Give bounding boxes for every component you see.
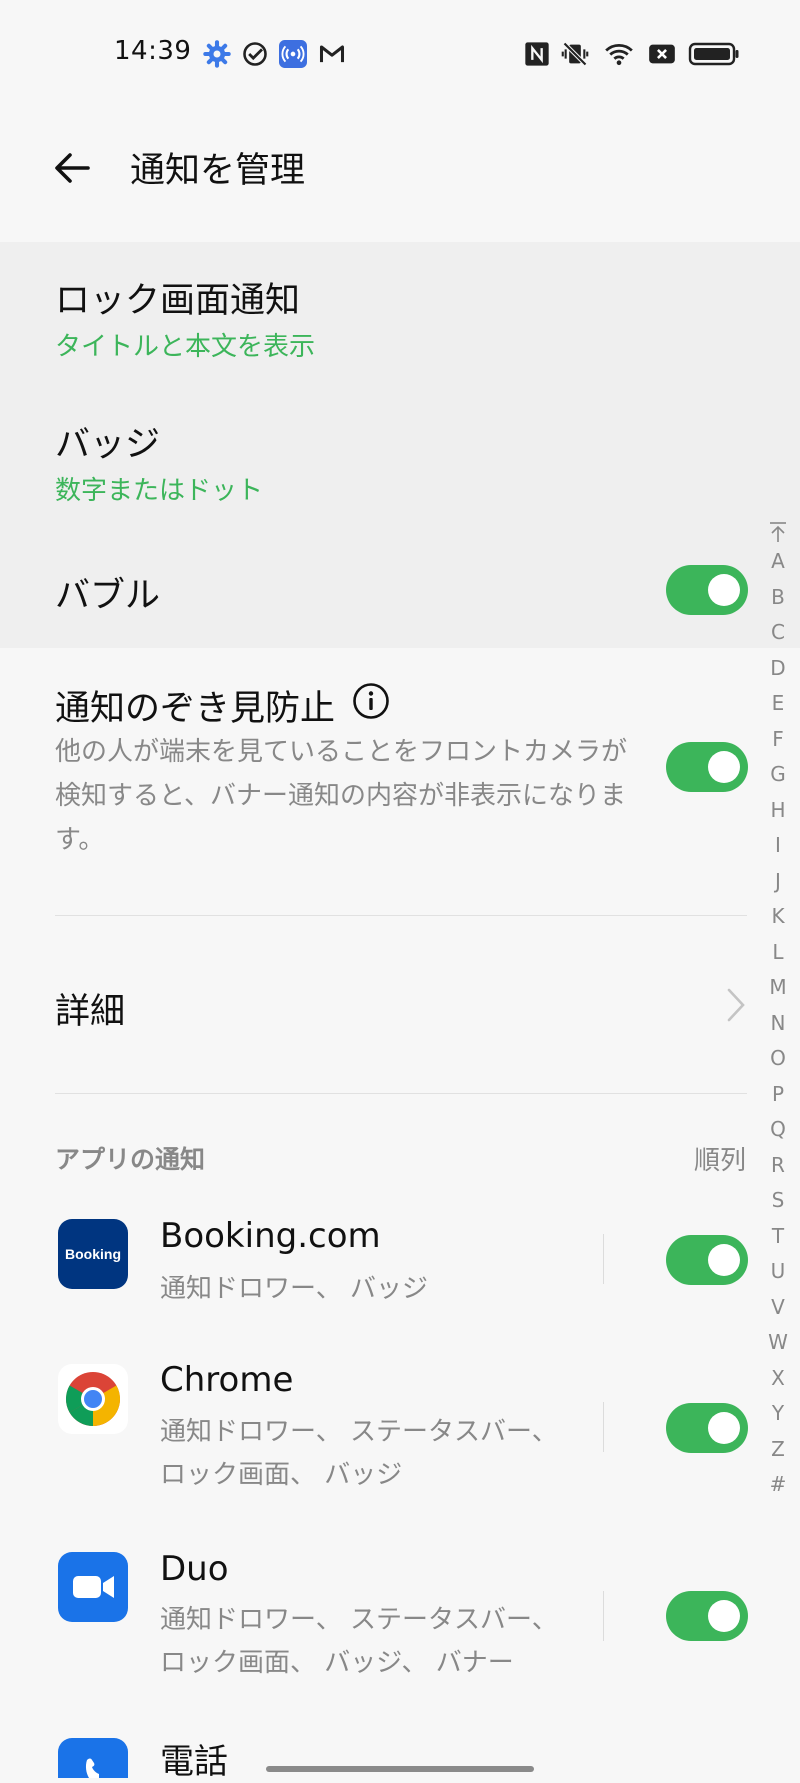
lock-screen-value: タイトルと本文を表示 — [55, 332, 316, 362]
phone-app-icon — [58, 1738, 128, 1778]
status-bar: 14:39 — [0, 0, 800, 108]
index-letter[interactable]: O — [764, 1041, 792, 1077]
index-letter[interactable]: G — [764, 757, 792, 793]
index-letter[interactable]: W — [764, 1325, 792, 1361]
battery-icon — [688, 42, 739, 66]
vertical-separator — [603, 1234, 604, 1284]
bubble-toggle[interactable] — [666, 565, 748, 615]
index-letter[interactable]: L — [764, 935, 792, 971]
chevron-right-icon — [727, 988, 745, 1022]
index-letters: A B C D E F G H I J K L M N O P Q R S T U V W X Y Z # — [764, 544, 792, 1503]
index-letter[interactable]: Y — [764, 1396, 792, 1432]
index-letter[interactable]: M — [764, 970, 792, 1006]
divider — [55, 915, 747, 916]
index-letter[interactable]: N — [764, 1006, 792, 1042]
chrome-app-icon — [58, 1364, 128, 1434]
back-arrow-icon[interactable] — [48, 144, 96, 192]
index-letter[interactable]: D — [764, 651, 792, 687]
index-letter[interactable]: T — [764, 1219, 792, 1255]
app-notification-summary: 通知ドロワー、 ステータスバー、 ロック画面、 バッジ、 バナー — [160, 1605, 558, 1678]
app-bar: 通知を管理 — [0, 108, 800, 242]
index-letter[interactable]: B — [764, 580, 792, 616]
index-letter[interactable]: R — [764, 1148, 792, 1184]
peek-protection-description: 他の人が端末を見ていることをフロントカメラが検知すると、バナー通知の内容が非表示… — [55, 737, 628, 855]
info-icon[interactable] — [352, 682, 390, 720]
gear-icon — [203, 40, 231, 68]
app-name: Chrome — [160, 1360, 294, 1400]
booking-app-icon: Booking — [58, 1219, 128, 1289]
index-letter[interactable]: E — [764, 686, 792, 722]
index-letter[interactable]: A — [764, 544, 792, 580]
index-letter[interactable]: Q — [764, 1112, 792, 1148]
index-letter[interactable]: Z — [764, 1432, 792, 1468]
app-name: Duo — [160, 1549, 229, 1589]
sim-x-icon — [649, 44, 675, 64]
index-letter[interactable]: # — [764, 1467, 792, 1503]
index-letter[interactable]: S — [764, 1183, 792, 1219]
app-notification-summary: 通知ドロワー、 ステータスバー、 ロック画面、 バッジ — [160, 1417, 558, 1490]
vibrate-off-icon — [561, 42, 589, 66]
chrome-notification-toggle[interactable] — [666, 1403, 748, 1453]
broadcast-icon — [279, 40, 307, 68]
badge-title: バッジ — [55, 425, 161, 465]
app-name: 電話 — [160, 1742, 228, 1782]
duo-notification-toggle[interactable] — [666, 1591, 748, 1641]
nfc-icon — [525, 42, 549, 66]
vertical-separator — [603, 1402, 604, 1452]
details-title: 詳細 — [55, 992, 126, 1032]
lock-screen-title: ロック画面通知 — [55, 281, 301, 321]
index-letter[interactable]: V — [764, 1290, 792, 1326]
divider — [55, 1093, 747, 1094]
index-letter[interactable]: P — [764, 1077, 792, 1113]
app-notifications-header: アプリの通知 — [55, 1145, 206, 1174]
index-letter[interactable]: I — [764, 828, 792, 864]
peek-protection-title: 通知のぞき見防止 — [55, 689, 336, 729]
booking-notification-toggle[interactable] — [666, 1235, 748, 1285]
app-notification-summary: 通知ドロワー、 バッジ — [160, 1274, 429, 1304]
booking-icon-text: Booking — [65, 1246, 121, 1262]
bubble-title: バブル — [55, 576, 161, 616]
gmail-icon — [319, 45, 345, 63]
page-title: 通知を管理 — [130, 151, 306, 191]
scroll-to-top-icon[interactable] — [768, 520, 788, 544]
index-letter[interactable]: K — [764, 899, 792, 935]
vertical-separator — [603, 1591, 604, 1641]
peek-protection-toggle[interactable] — [666, 742, 748, 792]
app-name: Booking.com — [160, 1216, 381, 1256]
index-letter[interactable]: H — [764, 793, 792, 829]
index-letter[interactable]: J — [764, 864, 792, 900]
index-letter[interactable]: U — [764, 1254, 792, 1290]
sort-order-button[interactable]: 順列 — [694, 1140, 746, 1177]
duo-app-icon — [58, 1552, 128, 1622]
index-letter[interactable]: C — [764, 615, 792, 651]
wifi-icon — [605, 43, 633, 66]
badge-value: 数字またはドット — [55, 476, 264, 506]
check-circle-icon — [243, 42, 267, 66]
index-letter[interactable]: F — [764, 722, 792, 758]
index-letter[interactable]: X — [764, 1361, 792, 1397]
home-indicator[interactable] — [266, 1766, 534, 1772]
status-time: 14:39 — [114, 36, 192, 66]
